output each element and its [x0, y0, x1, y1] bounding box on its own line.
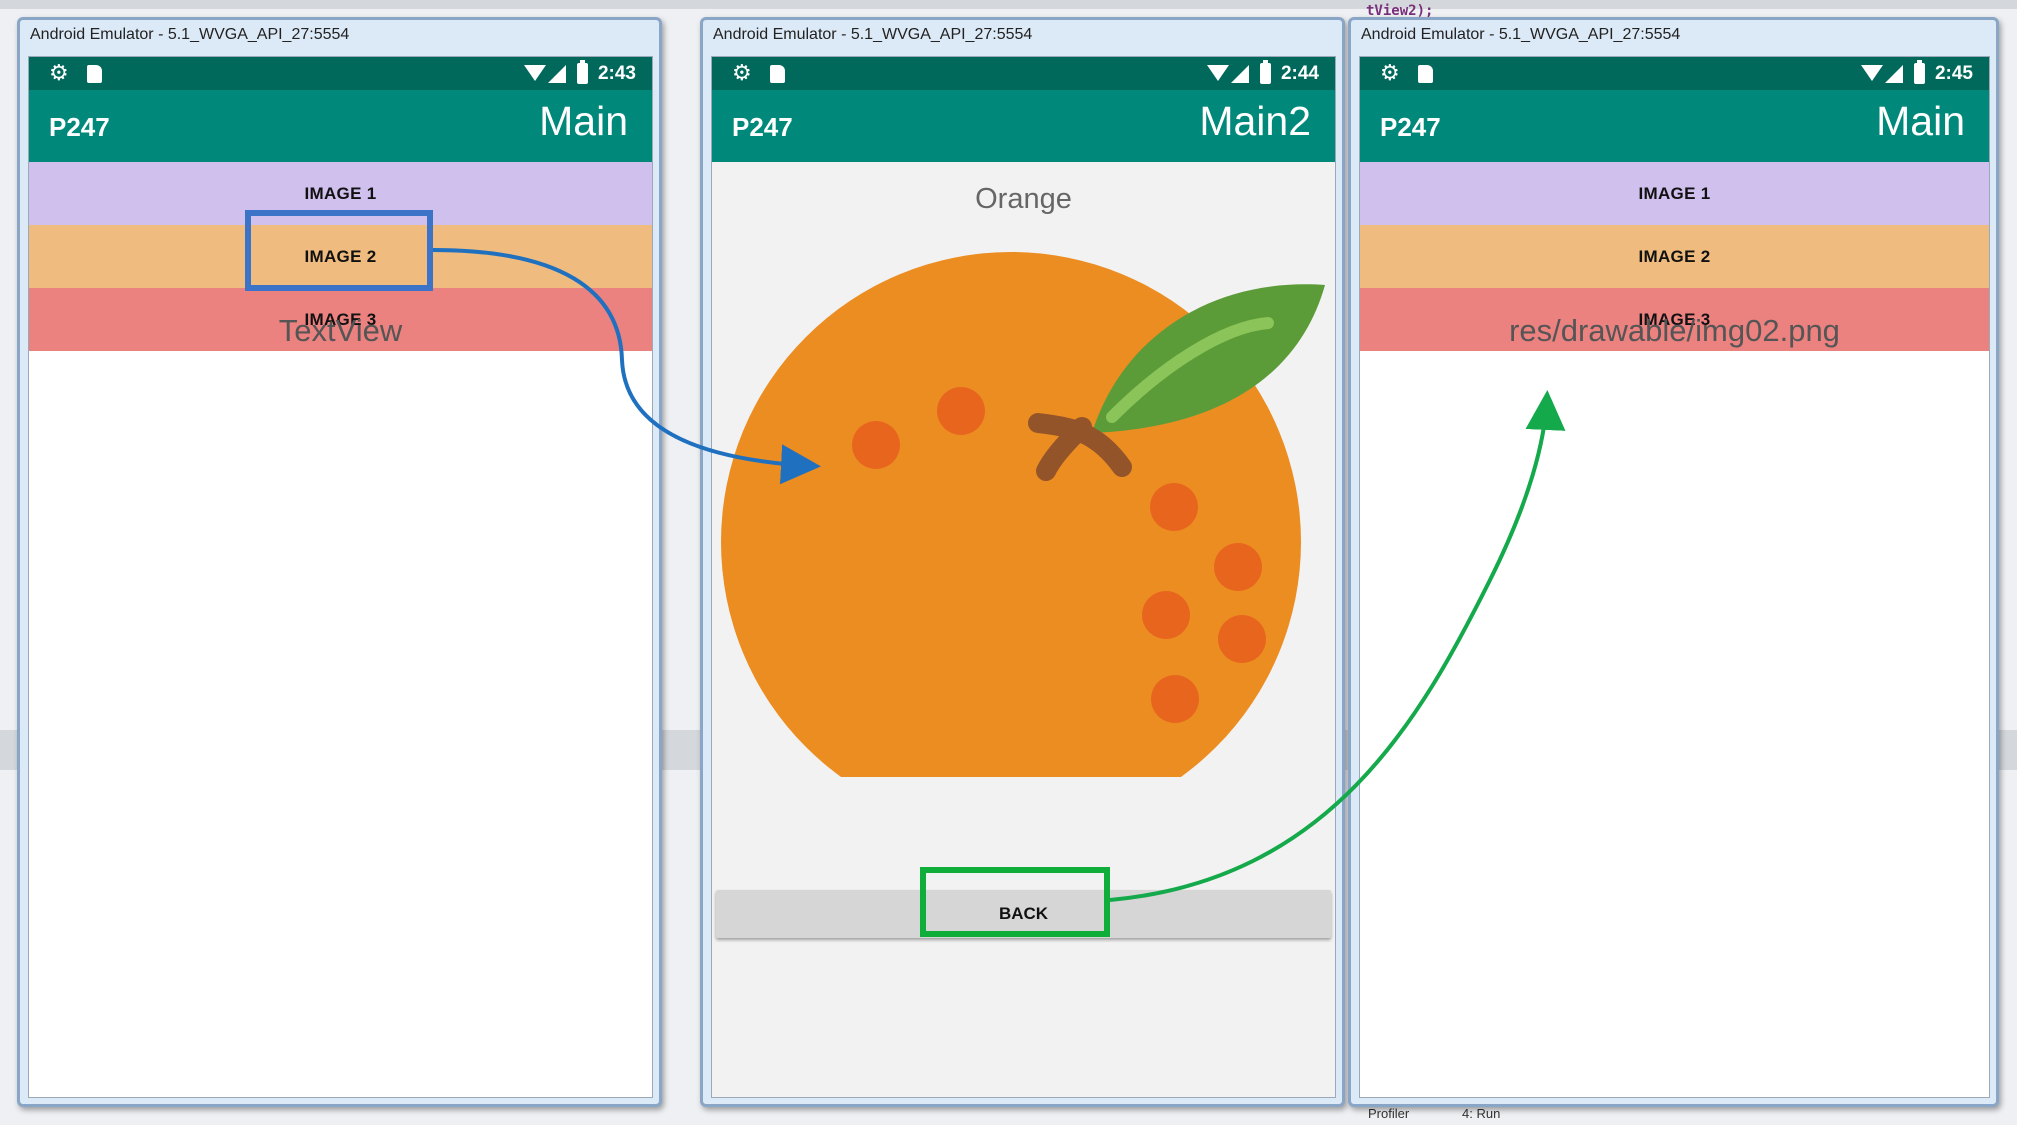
signal-icon [548, 65, 566, 83]
window-title: Android Emulator - 5.1_WVGA_API_27:5554 [713, 26, 1033, 43]
orange-spot [1214, 543, 1262, 591]
activity-title: Main [1876, 98, 1965, 144]
activity-title: Main2 [1199, 98, 1311, 144]
app-bar: P247 Main2 [712, 90, 1335, 162]
image2-highlight-box [245, 210, 433, 291]
image-label: Orange [975, 183, 1072, 215]
app-bar: P247 Main [1360, 90, 1989, 162]
status-bar: ⚙ 2:45 [1360, 57, 1989, 90]
ide-background-top [0, 0, 2017, 9]
result-textview: res/drawable/img02.png [1509, 313, 1840, 348]
status-bar: ⚙ 2:43 [29, 57, 652, 90]
orange-image [721, 252, 1325, 777]
result-textview: TextView [278, 313, 403, 348]
status-time: 2:44 [1280, 63, 1319, 84]
gear-icon: ⚙ [1380, 60, 1400, 85]
back-highlight-box [920, 867, 1110, 937]
app-bar: P247 Main [29, 90, 652, 162]
orange-spot [1151, 675, 1199, 723]
window-title: Android Emulator - 5.1_WVGA_API_27:5554 [30, 26, 350, 43]
image1-button[interactable]: IMAGE 1 [1360, 162, 1989, 225]
orange-spot [1218, 615, 1266, 663]
sd-card-icon [1418, 65, 1433, 83]
wifi-icon [1207, 65, 1229, 81]
image2-button[interactable]: IMAGE 2 [1360, 225, 1989, 288]
status-time: 2:43 [597, 63, 636, 84]
device-screen[interactable]: ⚙ 2:44 P247 Main2 Orange BACK [711, 56, 1336, 1098]
activity-title: Main [539, 98, 628, 144]
device-screen[interactable]: ⚙ 2:45 P247 Main IMAGE 1 IMAGE 2 IMAGE 3… [1359, 56, 1990, 1098]
battery-icon [1260, 60, 1271, 84]
orange-spot [852, 421, 900, 469]
orange-spot [937, 387, 985, 435]
status-bar: ⚙ 2:44 [712, 57, 1335, 90]
sd-card-icon [770, 65, 785, 83]
battery-icon [1914, 60, 1925, 84]
orange-spot [1142, 591, 1190, 639]
wifi-icon [1861, 65, 1883, 81]
gear-icon: ⚙ [49, 60, 69, 85]
app-name: P247 [49, 112, 110, 142]
emulator-window-2[interactable]: Android Emulator - 5.1_WVGA_API_27:5554 … [700, 17, 1345, 1107]
emulator-window-1[interactable]: Android Emulator - 5.1_WVGA_API_27:5554 … [17, 17, 662, 1107]
profiler-tab[interactable]: Profiler [1368, 1106, 1409, 1121]
signal-icon [1231, 65, 1249, 83]
emulator-window-3[interactable]: Android Emulator - 5.1_WVGA_API_27:5554 … [1348, 17, 1999, 1107]
sd-card-icon [87, 65, 102, 83]
battery-icon [577, 60, 588, 84]
orange-spot [1150, 483, 1198, 531]
gear-icon: ⚙ [732, 60, 752, 85]
app-name: P247 [1380, 112, 1441, 142]
wifi-icon [524, 65, 546, 81]
status-time: 2:45 [1934, 63, 1973, 84]
run-tab[interactable]: 4: Run [1462, 1106, 1500, 1121]
window-title: Android Emulator - 5.1_WVGA_API_27:5554 [1361, 26, 1681, 43]
app-name: P247 [732, 112, 793, 142]
signal-icon [1885, 65, 1903, 83]
